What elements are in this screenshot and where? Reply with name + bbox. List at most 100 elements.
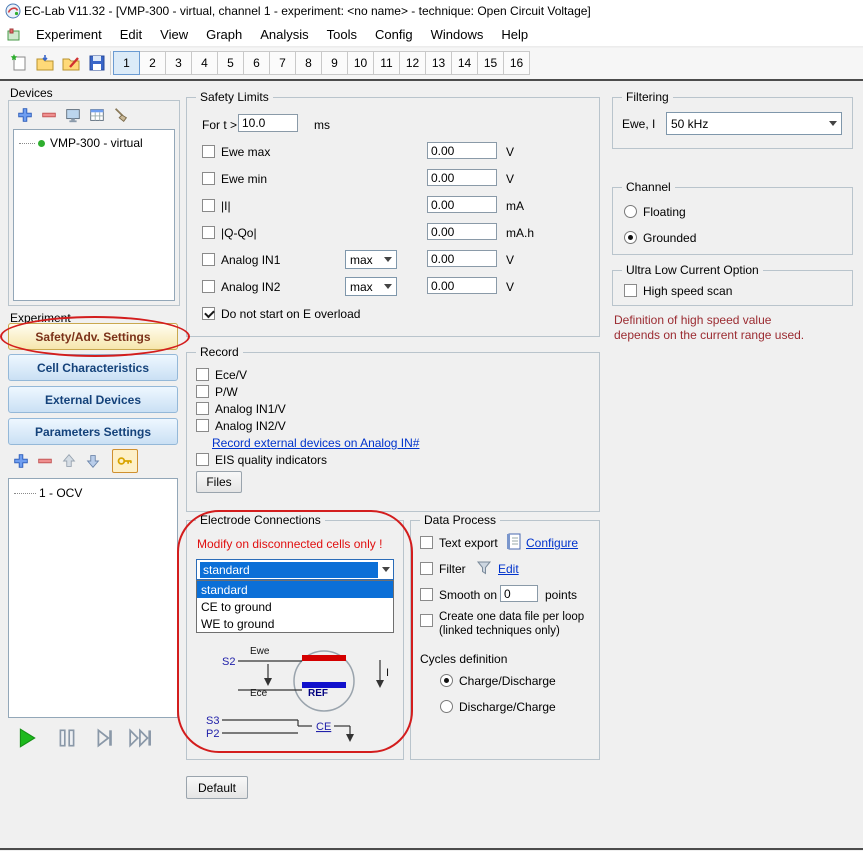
charge-limit-checkbox[interactable]: [202, 226, 215, 239]
move-down-arrow-icon: [84, 452, 102, 470]
menu-view[interactable]: View: [151, 22, 197, 47]
channel-button-11[interactable]: 11: [373, 51, 400, 75]
device-table-button[interactable]: [86, 104, 108, 126]
record-power-checkbox[interactable]: [196, 385, 209, 398]
device-monitor-button[interactable]: [62, 104, 84, 126]
analog-in2-checkbox[interactable]: [202, 280, 215, 293]
add-device-button[interactable]: [14, 104, 36, 126]
new-settings-button[interactable]: [6, 50, 32, 76]
smooth-points-input[interactable]: [500, 585, 538, 602]
ewe-min-checkbox[interactable]: [202, 172, 215, 185]
ewe-max-input[interactable]: [427, 142, 497, 159]
current-limit-input[interactable]: [427, 196, 497, 213]
technique-list[interactable]: 1 - OCV: [8, 478, 178, 718]
electrode-connections-title: Electrode Connections: [196, 514, 325, 526]
record-external-devices-link[interactable]: Record external devices on Analog IN#: [212, 436, 419, 450]
channel-button-13[interactable]: 13: [425, 51, 452, 75]
channel-button-3[interactable]: 3: [165, 51, 192, 75]
charge-limit-input[interactable]: [427, 223, 497, 240]
for-t-label: For t >: [202, 118, 237, 132]
toolbar-divider: [0, 79, 863, 81]
pause-button[interactable]: [52, 724, 82, 752]
analog-in2-input[interactable]: [427, 277, 497, 294]
run-button[interactable]: [12, 724, 42, 752]
dropdown-option-ce-to-ground[interactable]: CE to ground: [197, 598, 393, 615]
record-ece-checkbox[interactable]: [196, 368, 209, 381]
add-technique-button[interactable]: [10, 450, 32, 472]
channel-button-10[interactable]: 10: [347, 51, 374, 75]
remove-technique-button[interactable]: [34, 450, 56, 472]
dropdown-option-standard[interactable]: standard: [197, 581, 393, 598]
modify-settings-button[interactable]: [58, 50, 84, 76]
tab-cell-characteristics[interactable]: Cell Characteristics: [8, 354, 178, 381]
analog-in2-mode-combo[interactable]: max: [345, 277, 397, 296]
channel-button-1[interactable]: 1: [113, 51, 140, 75]
files-button[interactable]: Files: [196, 471, 242, 493]
high-speed-scan-checkbox[interactable]: [624, 284, 637, 297]
menu-windows[interactable]: Windows: [422, 22, 493, 47]
configure-link[interactable]: Configure: [526, 536, 578, 550]
menu-edit[interactable]: Edit: [111, 22, 151, 47]
channel-button-16[interactable]: 16: [503, 51, 530, 75]
menu-help[interactable]: Help: [492, 22, 537, 47]
skip-to-end-button[interactable]: [126, 724, 156, 752]
remove-device-button[interactable]: [38, 104, 60, 126]
record-title: Record: [196, 346, 243, 358]
discharge-charge-radio[interactable]: [440, 700, 453, 713]
menu-config[interactable]: Config: [366, 22, 422, 47]
diagram-ce-label: CE: [316, 721, 331, 733]
tab-safety-adv-settings[interactable]: Safety/Adv. Settings: [8, 323, 178, 350]
save-settings-button[interactable]: [84, 50, 110, 76]
device-clean-button[interactable]: [110, 104, 132, 126]
load-settings-button[interactable]: [32, 50, 58, 76]
charge-discharge-radio[interactable]: [440, 674, 453, 687]
ewe-max-checkbox[interactable]: [202, 145, 215, 158]
tab-parameters-settings[interactable]: Parameters Settings: [8, 418, 178, 445]
channel-button-7[interactable]: 7: [269, 51, 296, 75]
record-analog-in2-checkbox[interactable]: [196, 419, 209, 432]
channel-button-12[interactable]: 12: [399, 51, 426, 75]
channel-button-5[interactable]: 5: [217, 51, 244, 75]
default-button[interactable]: Default: [186, 776, 248, 799]
current-limit-checkbox[interactable]: [202, 199, 215, 212]
record-analog-in1-checkbox[interactable]: [196, 402, 209, 415]
filtering-combo[interactable]: 50 kHz: [666, 112, 842, 135]
menu-experiment[interactable]: Experiment: [27, 22, 111, 47]
analog-in1-mode-combo[interactable]: max: [345, 250, 397, 269]
next-technique-button[interactable]: [90, 724, 120, 752]
floating-radio[interactable]: [624, 205, 637, 218]
filter-checkbox[interactable]: [420, 562, 433, 575]
text-export-checkbox[interactable]: [420, 536, 433, 549]
lock-parameters-button[interactable]: [112, 449, 138, 473]
move-up-button[interactable]: [58, 450, 80, 472]
channel-button-15[interactable]: 15: [477, 51, 504, 75]
dropdown-option-we-to-ground[interactable]: WE to ground: [197, 615, 393, 632]
menu-analysis[interactable]: Analysis: [251, 22, 317, 47]
device-tree-item[interactable]: VMP-300 - virtual: [19, 136, 143, 150]
channel-button-14[interactable]: 14: [451, 51, 478, 75]
file-per-loop-checkbox[interactable]: [420, 614, 433, 627]
channel-button-6[interactable]: 6: [243, 51, 270, 75]
devices-list[interactable]: VMP-300 - virtual: [13, 129, 175, 301]
for-t-input[interactable]: [238, 114, 298, 132]
technique-tree-item[interactable]: 1 - OCV: [14, 486, 82, 500]
menu-graph[interactable]: Graph: [197, 22, 251, 47]
channel-button-9[interactable]: 9: [321, 51, 348, 75]
channel-button-4[interactable]: 4: [191, 51, 218, 75]
ewe-min-input[interactable]: [427, 169, 497, 186]
channel-button-2[interactable]: 2: [139, 51, 166, 75]
grounded-label: Grounded: [643, 231, 696, 245]
smooth-checkbox[interactable]: [420, 588, 433, 601]
filter-edit-link[interactable]: Edit: [498, 562, 519, 576]
menu-tools[interactable]: Tools: [318, 22, 366, 47]
analog-in1-checkbox[interactable]: [202, 253, 215, 266]
analog-in1-input[interactable]: [427, 250, 497, 267]
overload-checkbox[interactable]: [202, 307, 215, 320]
eis-quality-checkbox[interactable]: [196, 453, 209, 466]
tab-external-devices[interactable]: External Devices: [8, 386, 178, 413]
channel-button-8[interactable]: 8: [295, 51, 322, 75]
move-down-button[interactable]: [82, 450, 104, 472]
filter-label: Filter: [439, 562, 466, 576]
grounded-radio[interactable]: [624, 231, 637, 244]
electrode-connection-combo[interactable]: standard: [196, 559, 394, 580]
